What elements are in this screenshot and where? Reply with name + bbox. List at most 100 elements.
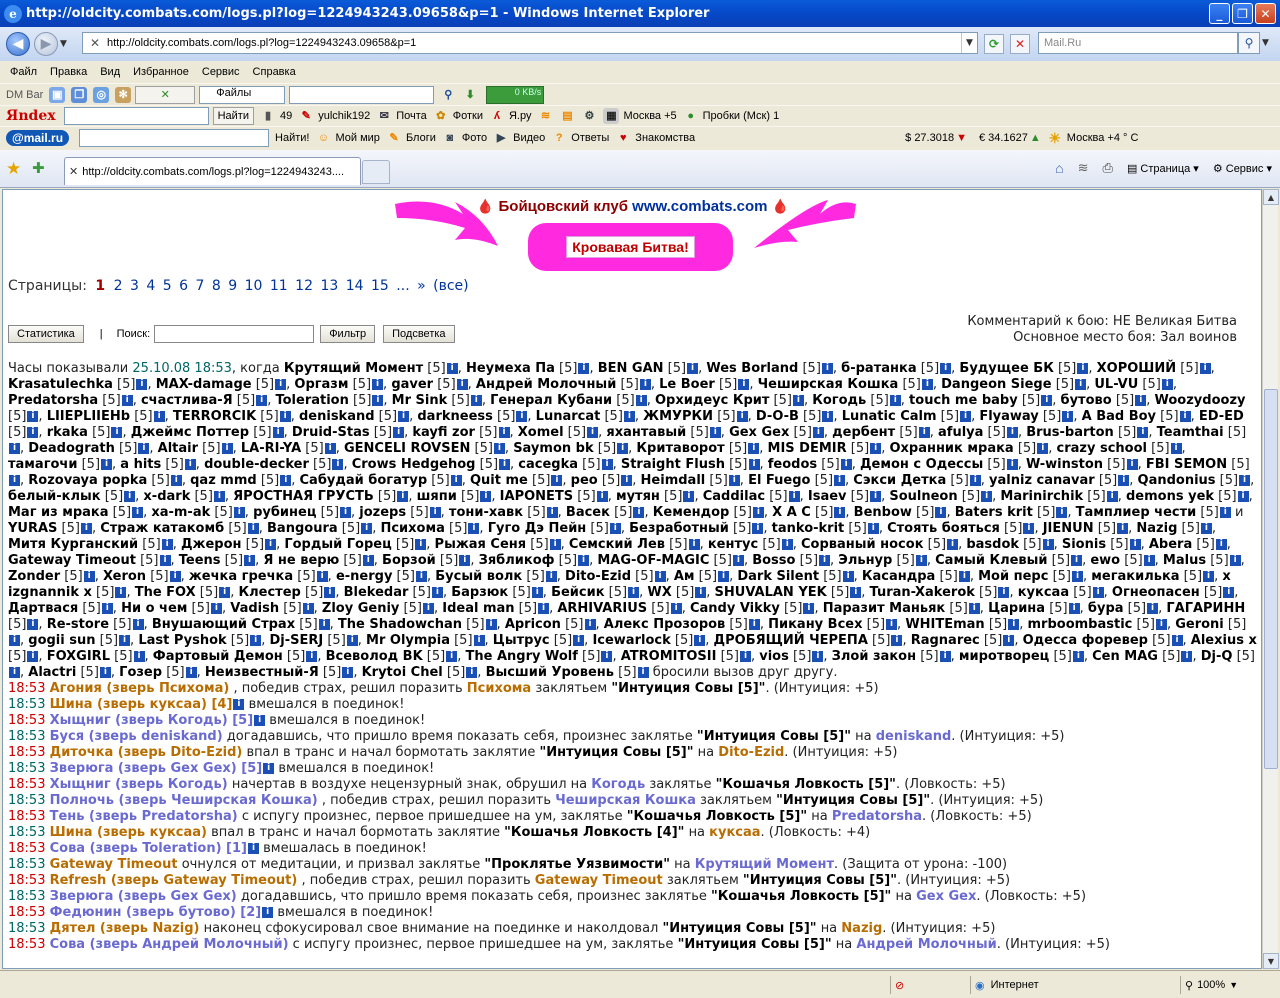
info-icon[interactable]: i bbox=[709, 427, 721, 438]
info-icon[interactable]: i bbox=[372, 379, 384, 390]
participant[interactable]: Druid-Stas [5] i bbox=[292, 425, 405, 440]
info-icon[interactable]: i bbox=[840, 459, 852, 470]
participant[interactable]: Heimdall [5] i bbox=[641, 473, 740, 488]
participant[interactable]: Soulneon [5] i bbox=[889, 489, 993, 504]
new-tab-button[interactable] bbox=[362, 160, 390, 184]
participant-name[interactable]: FBI SEMON bbox=[1146, 457, 1227, 472]
mailru-item-video[interactable]: Видео bbox=[513, 132, 545, 144]
info-icon[interactable]: i bbox=[115, 587, 127, 598]
info-icon[interactable]: i bbox=[1003, 635, 1015, 646]
participant[interactable]: Cen MAG [5] i bbox=[1092, 649, 1193, 664]
heart-icon[interactable]: ♥ bbox=[615, 130, 631, 146]
stats-button[interactable]: Статистика bbox=[8, 325, 84, 343]
participant-name[interactable]: Стоять бояться bbox=[887, 521, 1000, 536]
page-link[interactable]: 13 bbox=[320, 278, 338, 294]
participant-name[interactable]: The Angry Wolf bbox=[465, 649, 577, 664]
participant[interactable]: Isaev [5] i bbox=[808, 489, 882, 504]
participant[interactable]: ХОРОШИЙ [5] i bbox=[1097, 361, 1211, 376]
event-target[interactable]: Когодь bbox=[591, 777, 645, 792]
info-icon[interactable]: i bbox=[9, 667, 20, 678]
participant-name[interactable]: cacegka bbox=[518, 457, 578, 472]
event-actor[interactable]: Сова (зверь Toleration) [1] bbox=[50, 841, 247, 856]
dm-action-button[interactable]: ✕ bbox=[135, 85, 196, 104]
info-icon[interactable]: i bbox=[792, 395, 804, 406]
address-url[interactable]: http://oldcity.combats.com/logs.pl?log=1… bbox=[107, 37, 416, 49]
participant-name[interactable]: MAG-OF-MAGIC bbox=[597, 553, 709, 568]
participant-name[interactable]: kayfi zor bbox=[412, 425, 475, 440]
menu-view[interactable]: Вид bbox=[100, 66, 120, 78]
zoom-level[interactable]: 100% bbox=[1197, 979, 1225, 991]
info-icon[interactable]: i bbox=[219, 587, 231, 598]
info-icon[interactable]: i bbox=[133, 651, 145, 662]
info-icon[interactable]: i bbox=[822, 411, 834, 422]
info-icon[interactable]: i bbox=[361, 523, 373, 534]
info-icon[interactable]: i bbox=[850, 587, 862, 598]
info-icon[interactable]: i bbox=[748, 619, 760, 630]
info-icon[interactable]: i bbox=[80, 523, 92, 534]
info-icon[interactable]: i bbox=[121, 395, 133, 406]
stop-button[interactable]: ✕ bbox=[1010, 34, 1030, 54]
participant-name[interactable]: The FOX bbox=[135, 585, 196, 600]
event-actor[interactable]: Сова (зверь Андрей Молочный) bbox=[50, 937, 289, 952]
info-icon[interactable]: i bbox=[446, 651, 458, 662]
info-icon[interactable]: i bbox=[470, 395, 482, 406]
info-icon[interactable]: i bbox=[617, 443, 629, 454]
participant-name[interactable]: Психома bbox=[380, 521, 444, 536]
info-icon[interactable]: i bbox=[498, 427, 510, 438]
print-icon[interactable]: ⎙ bbox=[1103, 160, 1113, 176]
participant[interactable]: Lunarcat [5] i bbox=[536, 409, 635, 424]
participant[interactable]: ATROMITOSII [5] i bbox=[621, 649, 751, 664]
info-icon[interactable]: i bbox=[27, 651, 39, 662]
info-icon[interactable]: i bbox=[718, 571, 730, 582]
participant[interactable]: feodos [5] i bbox=[768, 457, 852, 472]
participant[interactable]: Эльнур [5] i bbox=[838, 553, 927, 568]
mailru-item-blogs[interactable]: Блоги bbox=[406, 132, 436, 144]
participant-name[interactable]: Soulneon bbox=[889, 489, 957, 504]
participant[interactable]: Генерал Кубани [5] i bbox=[490, 393, 647, 408]
page-link[interactable]: 14 bbox=[346, 278, 364, 294]
myworld-icon[interactable]: ☺ bbox=[316, 130, 332, 146]
participant-name[interactable]: Крутящий Момент bbox=[284, 361, 423, 376]
participant-name[interactable]: Alactri bbox=[28, 665, 76, 680]
participant-name[interactable]: Пикану Всех bbox=[768, 617, 862, 632]
participant-name[interactable]: Чеширская Кошка bbox=[758, 377, 899, 392]
info-icon[interactable]: i bbox=[688, 539, 700, 550]
participant[interactable]: Неумеха Па [5] i bbox=[466, 361, 590, 376]
info-icon[interactable]: i bbox=[279, 411, 291, 422]
participant-name[interactable]: LA-RI-YA bbox=[241, 441, 301, 456]
info-icon[interactable]: i bbox=[545, 571, 557, 582]
info-icon[interactable]: i bbox=[516, 411, 528, 422]
participant-name[interactable]: Heimdall bbox=[641, 473, 706, 488]
info-icon[interactable]: i bbox=[342, 667, 354, 678]
participant-name[interactable]: Baters krit bbox=[955, 505, 1033, 520]
menu-edit[interactable]: Правка bbox=[50, 66, 87, 78]
participant[interactable]: Клестер [5] i bbox=[238, 585, 336, 600]
info-icon[interactable]: i bbox=[573, 635, 585, 646]
participant[interactable]: Крутящий Момент [5] i bbox=[284, 361, 458, 376]
participant[interactable]: e-nergy [5] i bbox=[336, 569, 427, 584]
participant-name[interactable]: Krasatulechka bbox=[8, 377, 113, 392]
participant[interactable]: FOXGIRL [5] i bbox=[47, 649, 145, 664]
weather-icon[interactable]: ▦ bbox=[603, 108, 620, 124]
info-icon[interactable]: i bbox=[306, 651, 318, 662]
participant-name[interactable]: UL-VU bbox=[1094, 377, 1138, 392]
settings-icon[interactable]: ⚙ bbox=[581, 108, 597, 124]
participant-name[interactable]: vios bbox=[759, 649, 789, 664]
participant[interactable]: vios [5] i bbox=[759, 649, 824, 664]
participant[interactable]: Сорваный носок [5] i bbox=[801, 537, 959, 552]
participant-name[interactable]: тамагочи bbox=[8, 457, 77, 472]
participant-name[interactable]: x-dark bbox=[143, 489, 190, 504]
participant-name[interactable]: tanko-krit bbox=[772, 521, 845, 536]
participant-name[interactable]: Сэкси Детка bbox=[853, 473, 946, 488]
page-link-next[interactable]: » bbox=[417, 278, 426, 294]
yandex-yaru[interactable]: Я.ру bbox=[509, 110, 532, 122]
participant[interactable]: Чеширская Кошка [5] i bbox=[758, 377, 933, 392]
info-icon[interactable]: i bbox=[819, 555, 831, 566]
participant-name[interactable]: дербент bbox=[832, 425, 895, 440]
info-icon[interactable]: i bbox=[739, 651, 751, 662]
participant-name[interactable]: Krytoi Chel bbox=[362, 665, 443, 680]
menu-favorites[interactable]: Избранное bbox=[133, 66, 189, 78]
participant-name[interactable]: Marinirchik bbox=[1000, 489, 1083, 504]
page-menu[interactable]: ▤ Страница ▾ bbox=[1127, 162, 1199, 175]
participant-name[interactable]: Ragnarec bbox=[911, 633, 980, 648]
